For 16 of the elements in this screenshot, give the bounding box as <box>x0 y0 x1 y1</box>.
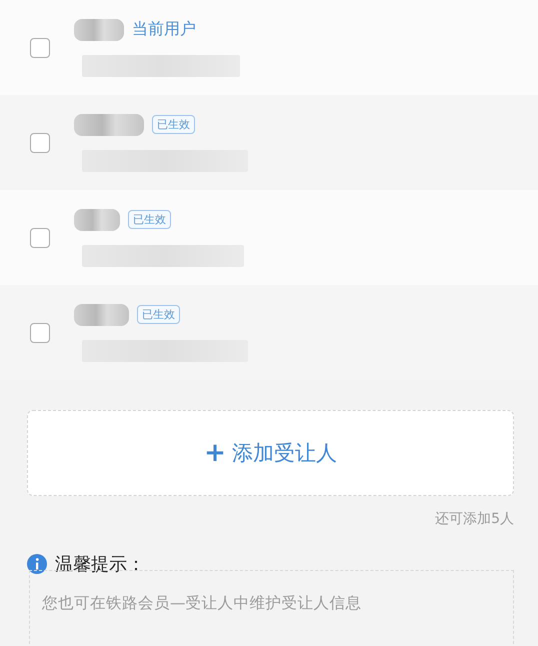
current-user-label: 当前用户 <box>132 19 196 40</box>
info-icon <box>27 554 47 574</box>
remaining-count: 还可添加5人 <box>435 510 514 528</box>
redacted-name <box>74 18 124 40</box>
status-tag: 已生效 <box>152 115 195 134</box>
redacted-name <box>74 208 120 230</box>
redacted-name <box>74 304 129 326</box>
redacted-name <box>74 114 144 136</box>
status-tag: 已生效 <box>137 305 180 324</box>
checkbox[interactable] <box>30 322 50 342</box>
status-tag: 已生效 <box>128 210 171 229</box>
checkbox[interactable] <box>30 228 50 248</box>
tip-text: 您也可在铁路会员—受让人中维护受让人信息 <box>42 594 362 612</box>
checkbox[interactable] <box>30 132 50 152</box>
add-transferee-button[interactable]: + 添加受让人 <box>27 410 514 496</box>
checkbox[interactable] <box>30 38 50 58</box>
